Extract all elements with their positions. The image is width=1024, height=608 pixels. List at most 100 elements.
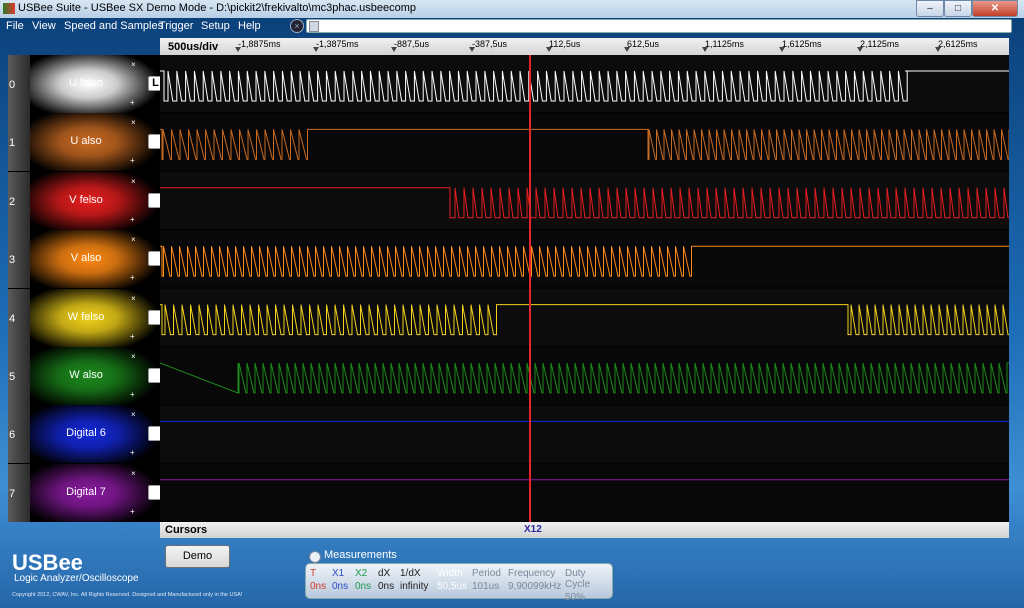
measurement-value: 50% (565, 592, 586, 603)
channel-label[interactable]: Digital 6 (30, 427, 142, 439)
add-channel-icon[interactable]: + (130, 390, 135, 399)
remove-channel-icon[interactable]: × (131, 294, 136, 303)
add-channel-icon[interactable]: + (130, 448, 135, 457)
time-tick: -1,8875ms (235, 39, 281, 52)
measurement-value: 101us (472, 581, 500, 592)
channel-label[interactable]: Digital 7 (30, 486, 142, 498)
add-channel-icon[interactable]: + (130, 273, 135, 282)
minimize-button[interactable]: – (916, 0, 944, 17)
measurement-header: Width (437, 568, 463, 579)
channel-number: 0 (8, 55, 30, 113)
app-icon (3, 3, 15, 14)
cursors-bar: Cursors X12 (160, 522, 1009, 538)
measurement-value: 0ns (355, 581, 372, 592)
channel-color-band: × U felso L + (30, 55, 163, 113)
channel-row[interactable]: 4 × W felso + (8, 288, 163, 347)
channel-color-band: × V also + (30, 230, 163, 289)
channel-row[interactable]: 7 × Digital 7 + (8, 463, 163, 522)
channel-color-band: × U also + (30, 113, 163, 172)
channel-color-band: × W also + (30, 347, 163, 405)
add-channel-icon[interactable]: + (130, 215, 135, 224)
time-tick: 1,6125ms (779, 39, 822, 52)
remove-channel-icon[interactable]: × (131, 177, 136, 186)
measurement-header: dX (378, 568, 391, 579)
measurement-value: infinity (400, 581, 429, 592)
measurement-value: 9,90099kHz (508, 581, 562, 592)
remove-channel-icon[interactable]: × (131, 410, 136, 419)
cursors-label: Cursors (165, 524, 208, 536)
channel-number-text: 1 (9, 137, 16, 150)
lane-background (160, 288, 1009, 346)
window-title: USBee Suite - USBee SX Demo Mode - D:\pi… (18, 2, 417, 14)
remove-channel-icon[interactable]: × (131, 352, 136, 361)
time-tick: 2,6125ms (935, 39, 978, 52)
time-axis: 500us/div -1,8875ms -1,3875ms -887,5us -… (160, 38, 1009, 55)
waveform-area: 500us/div -1,8875ms -1,3875ms -887,5us -… (160, 38, 1009, 525)
remove-channel-icon[interactable]: × (131, 118, 136, 127)
close-button[interactable]: ✕ (972, 0, 1018, 17)
measurement-value: 0ns (378, 581, 395, 592)
channel-color-band: × Digital 7 + (30, 463, 163, 522)
menu-view[interactable]: View (32, 20, 56, 32)
time-per-div[interactable]: 500us/div (168, 41, 218, 53)
remove-channel-icon[interactable]: × (131, 60, 136, 69)
channel-label[interactable]: V also (30, 252, 142, 264)
remove-channel-icon[interactable]: × (131, 469, 136, 478)
waveform-lanes[interactable] (160, 55, 1009, 522)
measurement-column: T 0ns (310, 568, 326, 592)
channel-color-band: × Digital 6 + (30, 405, 163, 464)
measurement-column: Period 101us (472, 568, 501, 592)
channel-number: 6 (8, 405, 30, 464)
channel-number: 3 (8, 230, 30, 289)
menu-speed-and-samples[interactable]: Speed and Samples (64, 20, 163, 32)
menu-file[interactable]: File (6, 20, 24, 32)
add-channel-icon[interactable]: + (130, 332, 135, 341)
waveforms (160, 55, 1009, 522)
add-channel-icon[interactable]: + (130, 156, 135, 165)
channel-number-text: 6 (9, 429, 16, 442)
remove-channel-icon[interactable]: × (131, 235, 136, 244)
time-tick: -387,5us (468, 39, 508, 52)
measurement-column: dX 0ns (378, 568, 394, 592)
measurement-header: X1 (332, 568, 345, 579)
channel-number-text: 0 (9, 79, 16, 91)
measurement-value: 50,5us (437, 581, 468, 592)
capture-position-slider[interactable] (306, 19, 1012, 33)
channel-row[interactable]: 5 × W also + (8, 347, 163, 405)
menu-help[interactable]: Help (238, 20, 261, 32)
copyright-text: Copyright 2012, CWAV, Inc. All Rights Re… (12, 592, 243, 598)
cursor-marker[interactable]: X12 (524, 524, 542, 535)
channel-row[interactable]: 3 × V also + (8, 230, 163, 289)
channel-color-band: × V felso + (30, 171, 163, 230)
channel-row[interactable]: 0 × U felso L + (8, 55, 163, 113)
channel-number: 7 (8, 463, 30, 522)
lane-background (160, 230, 1009, 288)
maximize-button[interactable]: □ (944, 0, 972, 17)
cancel-icon[interactable]: × (290, 19, 304, 33)
measurements-collapse-icon[interactable] (309, 551, 321, 563)
lane-background (160, 171, 1009, 230)
channel-label[interactable]: U also (30, 135, 142, 147)
channel-row[interactable]: 6 × Digital 6 + (8, 405, 163, 464)
lane-background (160, 55, 1009, 113)
channel-label[interactable]: W also (30, 369, 142, 381)
time-tick: 112,5us (545, 39, 581, 52)
time-tick: 1,1125ms (702, 39, 744, 52)
demo-button[interactable]: Demo (165, 545, 230, 568)
measurements-title: Measurements (324, 549, 397, 561)
menu-setup[interactable]: Setup (201, 20, 230, 32)
channel-label[interactable]: V felso (30, 194, 142, 206)
channel-number: 4 (8, 288, 30, 347)
measurement-column: X2 0ns (355, 568, 371, 592)
add-channel-icon[interactable]: + (130, 98, 135, 107)
add-channel-icon[interactable]: + (130, 507, 135, 516)
window-controls: – □ ✕ (916, 0, 1018, 17)
slider-thumb[interactable] (309, 21, 319, 32)
channel-row[interactable]: 1 × U also + (8, 113, 163, 172)
menu-trigger[interactable]: Trigger (159, 20, 193, 32)
trigger-cursor[interactable] (529, 55, 531, 525)
channel-row[interactable]: 2 × V felso + (8, 171, 163, 230)
channel-label[interactable]: W felso (30, 311, 142, 323)
title-bar: USBee Suite - USBee SX Demo Mode - D:\pi… (0, 0, 1024, 18)
channel-label[interactable]: U felso (30, 77, 142, 89)
